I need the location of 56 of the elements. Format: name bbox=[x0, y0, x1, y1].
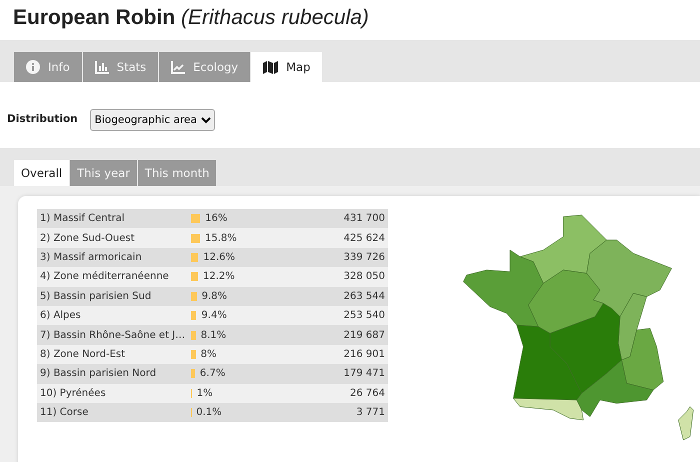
share-bar bbox=[191, 234, 200, 243]
share-bar bbox=[191, 350, 196, 359]
table-cell: 8% bbox=[200, 348, 216, 360]
map-icon bbox=[263, 60, 278, 74]
table-cell: 9.4% bbox=[201, 310, 227, 322]
table-cell: 15.8% bbox=[205, 232, 237, 244]
table-cell: 6.7% bbox=[200, 368, 226, 380]
share-bar bbox=[191, 214, 200, 224]
table-cell: 216 901 bbox=[292, 344, 388, 364]
table-cell: 8) Zone Nord-Est bbox=[37, 344, 188, 364]
table-cell: 339 726 bbox=[292, 248, 388, 268]
table-cell: 7) Bassin Rhône-Saône et J… bbox=[37, 325, 188, 345]
table-cell: 8.1% bbox=[200, 330, 226, 341]
period-tab[interactable]: Overall bbox=[14, 160, 70, 186]
table-cell: 179 471 bbox=[292, 364, 388, 384]
share-bar bbox=[191, 252, 198, 262]
tab[interactable]: Map bbox=[251, 52, 322, 82]
table-cell: 12.2% bbox=[203, 271, 235, 282]
tab[interactable]: Ecology bbox=[159, 52, 250, 82]
table-cell: 26 764 bbox=[292, 384, 388, 403]
table-cell: 219 687 bbox=[292, 325, 388, 345]
table-cell: 12.6% bbox=[203, 252, 235, 263]
line-chart-icon bbox=[171, 60, 186, 74]
distribution-dropdown[interactable]: Biogeographic area bbox=[90, 109, 215, 131]
table-cell: 6) Alpes bbox=[37, 306, 188, 326]
table-cell: 328 050 bbox=[292, 267, 388, 287]
tab[interactable]: Info bbox=[14, 52, 82, 82]
info-icon bbox=[26, 60, 40, 74]
tab[interactable]: Stats bbox=[82, 52, 158, 82]
table-cell: 16% bbox=[205, 213, 228, 224]
table-cell: 253 540 bbox=[292, 306, 388, 326]
table-cell: 0.1% bbox=[196, 407, 222, 418]
table-cell: 1) Massif Central bbox=[37, 209, 188, 228]
period-tab[interactable]: This month bbox=[138, 160, 216, 186]
table-cell: 3 771 bbox=[292, 402, 388, 422]
table-cell: 1% bbox=[196, 388, 213, 399]
share-bar bbox=[191, 311, 196, 320]
table-cell: 431 700 bbox=[292, 209, 388, 228]
table-cell: 9) Bassin parisien Nord bbox=[37, 364, 188, 384]
share-bar bbox=[191, 330, 196, 340]
table-cell: 263 544 bbox=[292, 286, 388, 306]
share-bar bbox=[191, 369, 195, 378]
table-cell: 4) Zone méditerranéenne bbox=[37, 267, 188, 287]
table-cell: 5) Bassin parisien Sud bbox=[37, 286, 188, 306]
bar-chart-icon bbox=[94, 60, 109, 74]
table-cell: 425 624 bbox=[292, 228, 388, 248]
share-bar bbox=[191, 292, 197, 301]
table-cell: 2) Zone Sud-Ouest bbox=[37, 228, 188, 248]
share-bar bbox=[191, 272, 198, 282]
distribution-label: Distribution bbox=[7, 112, 78, 125]
page-title: European Robin (Erithacus rubecula) bbox=[12, 5, 370, 31]
table-cell: 3) Massif armoricain bbox=[37, 248, 188, 268]
table-cell: 10) Pyrénées bbox=[37, 384, 188, 403]
table-cell: 9.8% bbox=[202, 290, 228, 302]
table-cell: 11) Corse bbox=[37, 402, 188, 422]
period-tab[interactable]: This year bbox=[70, 160, 137, 186]
